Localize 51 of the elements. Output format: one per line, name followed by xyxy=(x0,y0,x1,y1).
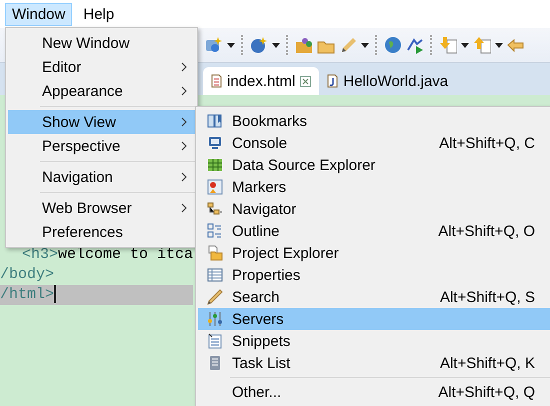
tree-icon xyxy=(207,201,223,217)
marker-icon xyxy=(207,179,223,195)
close-icon[interactable] xyxy=(300,76,312,86)
folder-icon xyxy=(207,245,223,261)
menu-item[interactable]: Bookmarks xyxy=(198,110,550,132)
window-icon[interactable] xyxy=(205,36,223,54)
menu-item[interactable]: Other... Alt+Shift+Q, Q xyxy=(198,381,550,403)
code-line: /html> xyxy=(0,286,54,303)
java-file-icon xyxy=(327,74,338,88)
menu-item[interactable]: Data Source Explorer xyxy=(198,154,550,176)
menu-item[interactable]: Outline Alt+Shift+Q, O xyxy=(198,220,550,242)
menu-item[interactable]: Window xyxy=(5,2,72,26)
document-icon xyxy=(207,333,223,349)
menu-item[interactable]: Navigator xyxy=(198,198,550,220)
caret-icon[interactable] xyxy=(361,42,369,48)
editor-tab[interactable]: index.html xyxy=(203,67,320,95)
caret-icon[interactable] xyxy=(227,42,235,48)
clipboard-icon xyxy=(207,355,223,371)
caret-icon[interactable] xyxy=(461,42,469,48)
monitor-icon xyxy=(207,135,223,151)
menu-item[interactable]: Web Browser xyxy=(8,196,195,220)
menu-item[interactable]: Navigation xyxy=(8,165,195,189)
menu-item[interactable]: Help xyxy=(76,2,122,26)
run-icon[interactable] xyxy=(406,36,424,54)
menu-item[interactable]: Search Alt+Shift+Q, S xyxy=(198,286,550,308)
globe-icon[interactable] xyxy=(384,36,402,54)
menu-item[interactable]: Servers xyxy=(198,308,550,330)
caret-icon[interactable] xyxy=(495,42,503,48)
menu-item[interactable]: Task List Alt+Shift+Q, K xyxy=(198,352,550,374)
sliders-icon xyxy=(207,311,223,327)
menu-item[interactable]: Markers xyxy=(198,176,550,198)
menu-item[interactable]: Perspective xyxy=(8,134,195,158)
document-icon xyxy=(211,74,222,88)
menu-item[interactable]: Snippets xyxy=(198,330,550,352)
table-icon xyxy=(207,267,223,283)
caret-icon[interactable] xyxy=(272,42,280,48)
menu-item[interactable]: Show View xyxy=(8,110,195,134)
code-line: /body> xyxy=(0,266,54,283)
menu-item[interactable]: Appearance xyxy=(8,79,195,103)
menu-item[interactable]: Project Explorer xyxy=(198,242,550,264)
menu-item[interactable]: Editor xyxy=(8,55,195,79)
database-grid-icon xyxy=(207,157,223,173)
book-icon xyxy=(207,113,223,129)
pen-icon xyxy=(207,289,223,305)
editor-tab[interactable]: HelloWorld.java xyxy=(319,67,456,95)
menu-item[interactable]: Preferences xyxy=(8,220,195,244)
menu-item[interactable]: Console Alt+Shift+Q, C xyxy=(198,132,550,154)
code-line: <h3>welcome to itca xyxy=(22,246,194,263)
menu-item[interactable]: Properties xyxy=(198,264,550,286)
folder-icon[interactable] xyxy=(295,36,313,54)
outline-icon xyxy=(207,223,223,239)
